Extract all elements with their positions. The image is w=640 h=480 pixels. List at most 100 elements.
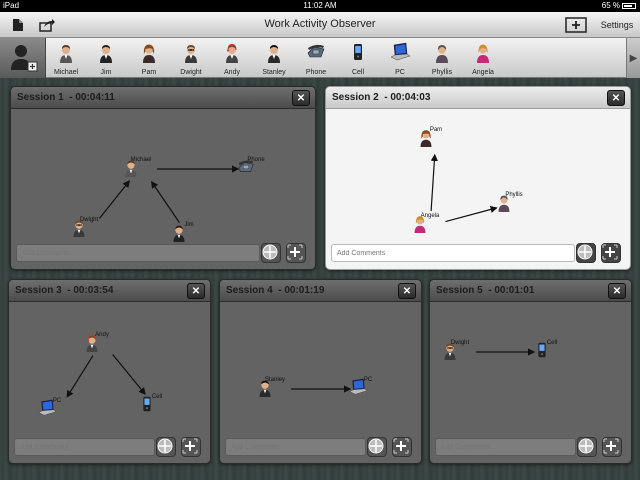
person-button-angela[interactable]: Angela [465,40,501,76]
add-comment-button[interactable] [286,243,306,263]
session-title: Session 5 - 00:01:01 [436,285,535,296]
annotate-button[interactable] [576,243,596,263]
person-button-stanley[interactable]: Stanley [256,40,292,76]
laptop-icon [349,378,368,395]
man-suit-icon [125,160,137,177]
add-session-button[interactable] [564,15,588,35]
person-button-jim[interactable]: Jim [88,40,124,76]
graph-node-andy[interactable]: Andy [82,332,122,352]
graph-node-phyllis[interactable]: Phyllis [494,192,534,212]
graph-node-dwight[interactable]: Dwight [69,217,109,237]
selected-person-button[interactable] [0,38,46,78]
interaction-arrow [66,355,94,398]
graph-node-michael[interactable]: Michael [121,157,161,177]
settings-button[interactable]: Settings [596,15,638,35]
session-panel-2[interactable]: Session 2 - 00:04:03 ✕ Pam Phyllis Angel… [325,86,631,270]
scroll-right-button[interactable]: ▶ [626,38,640,78]
crosshair-icon [578,438,594,454]
session-title: Session 1 - 00:04:11 [17,92,115,103]
crosshair-icon [368,438,384,454]
man-glasses-icon [73,220,85,237]
laptop-icon [390,42,411,61]
close-icon: ✕ [296,92,306,104]
cell-phone-icon [143,396,151,412]
close-session-button[interactable]: ✕ [292,90,310,106]
close-session-button[interactable]: ✕ [187,283,205,299]
person-label: Angela [472,69,494,76]
session-title: Session 4 - 00:01:19 [226,285,325,296]
clock: 11:02 AM [303,1,337,10]
annotate-button[interactable] [367,437,387,457]
graph-node-pam[interactable]: Pam [416,127,456,147]
add-comment-button[interactable] [601,243,621,263]
comment-input[interactable] [14,438,155,456]
annotate-button[interactable] [577,437,597,457]
comment-input[interactable] [331,244,575,262]
session-header: Session 1 - 00:04:11 ✕ [11,87,315,109]
graph-node-jim[interactable]: Jim [169,222,209,242]
woman-icon [143,44,155,63]
person-button-pc[interactable]: PC [382,40,418,76]
person-button-pam[interactable]: Pam [131,40,167,76]
add-comment-button[interactable] [181,437,201,457]
person-button-phone[interactable]: Phone [298,40,334,76]
session-panel-3[interactable]: Session 3 - 00:03:54 ✕ Andy PC Cell [8,279,211,464]
session-title: Session 3 - 00:03:54 [15,285,114,296]
graph-node-stanley[interactable]: Stanley [255,377,295,397]
add-comment-button[interactable] [602,437,622,457]
add-icon [603,438,619,454]
close-icon: ✕ [611,92,621,104]
session-panel-1[interactable]: Session 1 - 00:04:11 ✕ Michael Phone Dwi… [10,86,316,270]
person-button-michael[interactable]: Michael [48,40,84,76]
graph-node-cell[interactable]: Cell [137,394,177,412]
graph-node-pc[interactable]: PC [37,398,77,416]
status-bar: iPad 11:02 AM 65 % [0,0,640,12]
phone-icon [238,160,254,172]
battery-icon [622,3,636,9]
comment-input[interactable] [16,244,260,262]
annotate-button[interactable] [156,437,176,457]
add-box-icon [565,17,587,33]
comment-input[interactable] [225,438,366,456]
person-label: Stanley [262,69,286,76]
session-header: Session 4 - 00:01:19 ✕ [220,280,421,302]
annotate-button[interactable] [261,243,281,263]
session-header: Session 3 - 00:03:54 ✕ [9,280,210,302]
session-panel-5[interactable]: Session 5 - 00:01:01 ✕ Dwight Cell [429,279,632,464]
woman-older-icon [498,195,510,212]
graph-node-phone[interactable]: Phone [236,157,276,172]
close-icon: ✕ [191,285,201,297]
battery-percent: 65 % [601,1,620,10]
man-headset-icon [86,334,98,352]
add-icon [182,438,198,454]
session-panel-4[interactable]: Session 4 - 00:01:19 ✕ Stanley PC [219,279,422,464]
man-glasses-icon [185,45,197,63]
person-label: Cell [351,69,365,76]
close-session-button[interactable]: ✕ [398,283,416,299]
battery-indicator: 65 % [602,1,636,10]
crosshair-icon [577,244,593,260]
graph-node-dwight[interactable]: Dwight [440,340,480,360]
add-icon [287,244,303,260]
cell-phone-icon [354,44,362,60]
person-button-andy[interactable]: Andy [214,40,250,76]
interaction-arrow [430,153,438,212]
close-session-button[interactable]: ✕ [608,283,626,299]
man-glasses-icon [444,343,456,360]
add-comment-button[interactable] [392,437,412,457]
cell-phone-icon [538,342,546,358]
title-bar: Work Activity Observer Settings [0,12,640,38]
person-label: Jim [100,69,112,76]
interaction-arrow [445,205,498,223]
graph-node-cell[interactable]: Cell [532,340,572,358]
person-button-dwight[interactable]: Dwight [173,40,209,76]
man-dark-suit-icon [100,45,112,63]
person-button-phyllis[interactable]: Phyllis [424,40,460,76]
comment-input[interactable] [435,438,576,456]
person-label: PC [395,69,405,76]
man-suit-icon [60,45,72,63]
person-button-cell[interactable]: Cell [340,40,376,76]
close-session-button[interactable]: ✕ [607,90,625,106]
graph-node-angela[interactable]: Angela [410,213,450,233]
graph-node-pc[interactable]: PC [348,377,388,395]
